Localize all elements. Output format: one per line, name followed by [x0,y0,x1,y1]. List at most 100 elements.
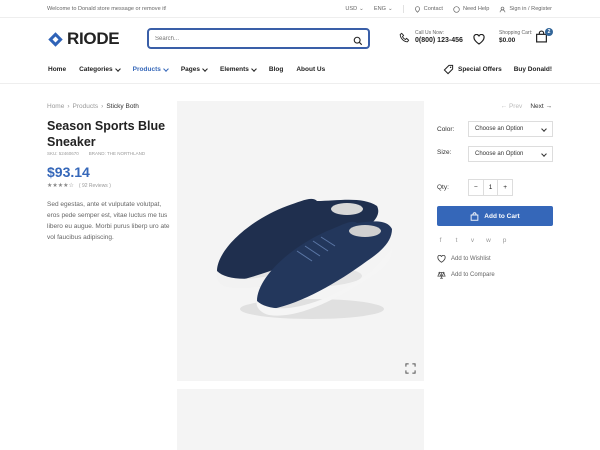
contact-label: Contact [423,6,443,12]
chevron-down-icon [541,151,547,157]
nav-label: Blog [268,66,284,73]
nav-item-products[interactable]: Products [132,65,169,73]
quantity-stepper: − 1 + [468,179,513,196]
breadcrumb-home[interactable]: Home [47,103,64,110]
search-button[interactable] [353,33,363,51]
product-description: Sed egestas, ante et vulputate volutpat,… [47,201,170,241]
currency-dropdown[interactable]: USD ⌄ [345,6,364,12]
product-title: Season Sports Blue Sneaker [47,119,166,149]
welcome-message: Welcome to Donald store message or remov… [47,6,167,12]
phone-number: 0(800) 123-456 [415,37,463,44]
expand-icon[interactable] [405,361,416,379]
nav-item-blog[interactable]: Blog [269,66,283,73]
nav-item-home[interactable]: Home [48,66,66,73]
qty-input[interactable]: 1 [482,180,499,195]
top-bar-links: USD ⌄ ENG ⌄ Contact Need Help Sign in / Re… [345,5,552,13]
logo[interactable]: RIODE [47,29,120,49]
chevron-down-icon: ⌄ [387,6,393,12]
add-to-cart-label: Add to Cart [484,212,520,220]
phone-icon [399,32,410,42]
color-select-value: Choose an Option [475,126,524,132]
signin-link[interactable]: Sign in / Register [499,6,552,13]
special-offers-link[interactable]: Special Offers [443,64,502,75]
nav-label: Home [48,66,67,73]
nav-right: Special Offers Buy Donald! [443,64,552,75]
next-link[interactable]: Next → [530,103,552,110]
nav-item-pages[interactable]: Pages [181,65,208,73]
tag-icon [443,64,454,75]
signin-label: Sign in / Register [509,6,552,12]
product-rating: ★★★★☆ ( 92 Reviews ) [47,182,111,190]
pinterest-icon[interactable]: p [501,237,508,244]
add-to-compare-link[interactable]: Add to Compare [437,271,495,279]
language-label: ENG [373,6,386,12]
top-bar: Welcome to Donald store message or remov… [0,0,600,18]
chevron-down-icon [251,65,257,72]
logo-icon [48,31,63,47]
product-image[interactable] [177,101,424,381]
breadcrumb-separator: › [67,103,70,110]
call-us[interactable]: Call Us Now: 0(800) 123-456 [399,30,463,44]
logo-text: RIODE [67,29,120,48]
facebook-icon[interactable]: f [437,237,444,244]
social-share: f t v w p [437,237,508,244]
heart-icon [437,255,446,263]
product-meta: SKU: 52460670 BRAND: THE NORTHLAND [47,151,145,156]
cart-count-badge: 2 [545,28,553,36]
header: RIODE Call Us Now: 0(800) 123-456 Shoppi… [0,18,600,60]
currency-label: USD [345,6,358,12]
contact-link[interactable]: Contact [414,5,443,13]
nav-item-categories[interactable]: Categories [79,65,121,73]
size-label: Size: [437,149,452,156]
prev-label: Prev [508,103,523,110]
nav-label: Products [132,66,161,73]
star-rating-icon: ★★★★☆ [47,183,74,189]
product-image-secondary[interactable] [177,389,424,450]
prev-next-nav: ← Prev Next → [501,103,552,110]
map-pin-icon [414,5,420,13]
nav-item-elements[interactable]: Elements [220,65,257,73]
add-to-wishlist-link[interactable]: Add to Wishlist [437,255,491,263]
compare-icon [437,271,446,279]
sneaker-image [216,198,392,319]
search-input[interactable] [155,33,335,45]
buy-link[interactable]: Buy Donald! [514,66,552,73]
whatsapp-icon[interactable]: w [485,237,492,244]
qty-minus-button[interactable]: − [469,180,483,195]
call-label: Call Us Now: [415,30,444,36]
breadcrumb-separator: › [101,103,104,110]
language-dropdown[interactable]: ENG ⌄ [374,6,393,12]
nav-label: Categories [79,66,113,73]
help-link[interactable]: Need Help [453,5,490,13]
wishlist-label: Add to Wishlist [451,256,491,262]
help-label: Need Help [462,6,490,12]
chevron-down-icon [202,65,208,72]
size-select-value: Choose an Option [475,151,524,157]
chevron-down-icon [114,65,121,72]
divider [402,5,404,13]
twitter-icon[interactable]: t [453,237,460,244]
product-brand: BRAND: THE NORTHLAND [88,151,146,156]
prev-link[interactable]: ← Prev [501,103,523,110]
wishlist-button[interactable] [473,32,485,50]
breadcrumb-products[interactable]: Products [73,103,99,110]
breadcrumb-current: Sticky Both [106,103,139,110]
review-count[interactable]: ( 92 Reviews ) [79,183,111,189]
breadcrumb: Home › Products › Sticky Both [47,103,139,110]
product-sku: SKU: 52460670 [47,151,79,156]
color-select[interactable]: Choose an Option [468,121,553,137]
nav-item-about-us[interactable]: About Us [296,66,325,73]
compare-label: Add to Compare [451,272,495,278]
search-box [147,28,370,49]
vimeo-icon[interactable]: v [469,237,476,244]
product-price: $93.14 [47,164,90,180]
qty-plus-button[interactable]: + [498,180,512,195]
add-to-cart-button[interactable]: Add to Cart [437,206,553,226]
cart-summary[interactable]: Shopping Cart: $0.00 [499,30,532,44]
color-label: Color: [437,126,455,133]
heart-icon [473,33,485,45]
expand-icon-svg [405,363,416,374]
nav-label: About Us [296,66,326,73]
size-select[interactable]: Choose an Option [468,146,553,162]
search-icon [353,36,363,46]
